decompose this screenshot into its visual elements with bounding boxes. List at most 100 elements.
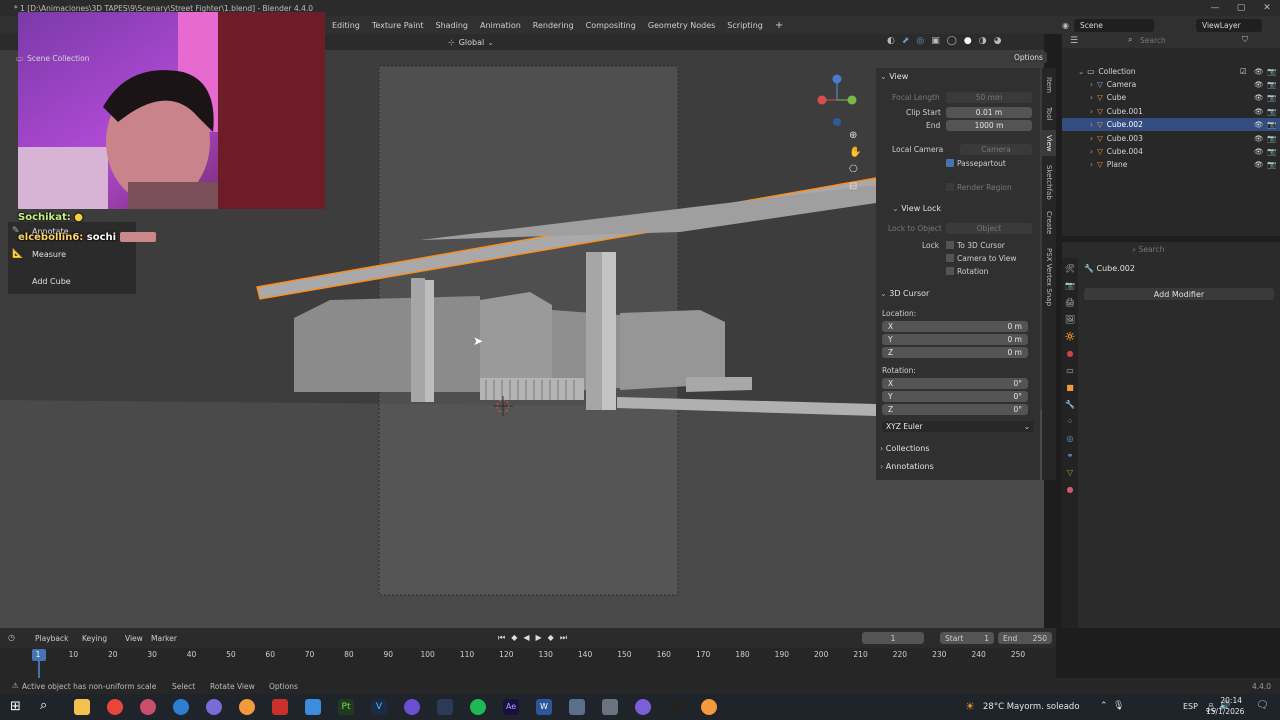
view-layer-field[interactable]: ViewLayer — [1196, 18, 1262, 32]
minimize-button[interactable]: — — [1202, 0, 1228, 16]
particles-tab-icon[interactable]: ⁘ — [1067, 417, 1074, 426]
outliner-scene-collection[interactable]: ▭ Scene Collection — [0, 52, 218, 65]
outliner-search-input[interactable]: Search — [1140, 36, 1166, 45]
file-explorer-icon[interactable] — [74, 699, 90, 715]
tab-create[interactable]: Create — [1042, 208, 1056, 238]
xray-icon[interactable]: ▣ — [931, 36, 940, 46]
keying-menu[interactable]: Keying — [82, 634, 107, 643]
tab-texture-paint[interactable]: Texture Paint — [366, 21, 430, 30]
lock-to-object-field[interactable]: Object — [946, 223, 1032, 234]
viewport-options-button[interactable]: Options — [1010, 52, 1047, 63]
measure-tool[interactable]: 📐 Measure — [12, 247, 66, 261]
collections-header[interactable]: › Collections — [880, 444, 930, 453]
microphone-icon[interactable]: 🎙 — [1113, 701, 1124, 711]
eye-icon[interactable]: 👁 — [1254, 107, 1264, 116]
visibility-icon[interactable]: ◐ — [887, 36, 895, 46]
view-menu[interactable]: View — [125, 634, 143, 643]
tab-shading[interactable]: Shading — [430, 21, 475, 30]
view-layer-tab-icon[interactable]: 🖼 — [1065, 315, 1075, 324]
close-button[interactable]: ✕ — [1254, 0, 1280, 16]
scene-field[interactable]: Scene — [1074, 18, 1154, 32]
discord-icon[interactable] — [635, 699, 651, 715]
eye-icon[interactable]: 👁 — [1254, 147, 1264, 156]
tab-tool[interactable]: Tool — [1042, 102, 1056, 126]
tab-scripting[interactable]: Scripting — [721, 21, 769, 30]
eye-icon[interactable]: 👁 — [1254, 134, 1264, 143]
passepartout-checkbox[interactable]: Passepartout — [946, 159, 1006, 168]
clip-start-field[interactable]: 0.01 m — [946, 107, 1032, 118]
object-tab-icon[interactable]: ■ — [1066, 383, 1074, 392]
add-modifier-button[interactable]: Add Modifier — [1084, 288, 1274, 300]
start-frame-field[interactable]: Start 1 — [940, 632, 994, 644]
wireframe-shading-icon[interactable]: ◯ — [947, 36, 957, 46]
current-frame-field[interactable]: 1 — [862, 632, 924, 644]
maximize-button[interactable]: ▢ — [1228, 0, 1254, 16]
jump-keyframe-forward-icon[interactable]: ◆ — [548, 633, 554, 643]
rotation-mode-dropdown[interactable]: XYZ Euler ⌄ — [882, 421, 1034, 432]
tab-compositing[interactable]: Compositing — [580, 21, 642, 30]
search-icon[interactable]: ⌕ — [40, 698, 47, 713]
after-effects-icon[interactable]: Ae — [503, 699, 519, 715]
to-3d-cursor-checkbox[interactable]: To 3D Cursor — [946, 241, 1005, 250]
spotify-icon[interactable] — [470, 699, 486, 715]
tab-psx-vertex-snap[interactable]: PSX Vertex Snap — [1042, 242, 1056, 312]
outliner-item-cube-002[interactable]: › ▽ Cube.002 👁 📷 — [1062, 118, 1280, 132]
output-tab-icon[interactable]: 🖨 — [1065, 298, 1075, 307]
eye-icon[interactable]: 👁 — [1254, 80, 1264, 89]
windows-start-icon[interactable]: ⊞ — [10, 699, 21, 714]
material-shading-icon[interactable]: ◑ — [979, 36, 987, 46]
world-tab-icon[interactable]: ● — [1067, 349, 1074, 358]
camera-icon[interactable]: 📷 — [1267, 120, 1276, 129]
rotation-lock-checkbox[interactable]: Rotation — [946, 267, 988, 276]
render-tab-icon[interactable]: 📷 — [1065, 281, 1075, 290]
app-icon[interactable] — [404, 699, 420, 715]
tab-rendering[interactable]: Rendering — [527, 21, 580, 30]
camera-icon[interactable]: 📷 — [1267, 80, 1276, 89]
collection-tab-icon[interactable]: ▭ — [1066, 366, 1074, 375]
outliner-item-cube[interactable]: › ▽ Cube 👁 📷 — [1062, 91, 1280, 104]
word-icon[interactable]: W — [536, 699, 552, 715]
eye-icon[interactable]: 👁 — [1254, 160, 1264, 169]
outliner-item-cube-004[interactable]: › ▽ Cube.004 👁 📷 — [1062, 145, 1280, 158]
add-workspace-button[interactable]: + — [769, 20, 789, 31]
weather-text[interactable]: 28°C Mayorm. soleado — [983, 702, 1080, 712]
jump-start-icon[interactable]: ⏮ — [498, 633, 505, 643]
3d-cursor-header[interactable]: ⌄ 3D Cursor — [880, 289, 929, 298]
outliner-item-cube-003[interactable]: › ▽ Cube.003 👁 📷 — [1062, 132, 1280, 145]
edge-icon[interactable] — [173, 699, 189, 715]
app-icon[interactable] — [206, 699, 222, 715]
tab-geometry-nodes[interactable]: Geometry Nodes — [642, 21, 721, 30]
rotation-z-field[interactable]: Z 0° — [882, 404, 1028, 415]
eye-icon[interactable]: 👁 — [1254, 93, 1264, 102]
tray-chevron-icon[interactable]: ⌃ — [1100, 701, 1108, 711]
photos-icon[interactable] — [305, 699, 321, 715]
zoom-icon[interactable]: ⊕ — [849, 130, 861, 141]
properties-search-input[interactable]: ⌕ Search — [1132, 245, 1252, 255]
tab-view[interactable]: View — [1042, 130, 1056, 156]
play-reverse-icon[interactable]: ◀ — [523, 633, 529, 643]
focal-length-field[interactable]: 50 mm — [946, 92, 1032, 103]
solid-shading-icon[interactable]: ● — [964, 36, 972, 46]
eye-icon[interactable]: 👁 — [1254, 67, 1264, 76]
camera-icon[interactable]: 📷 — [1267, 93, 1276, 102]
camera-icon[interactable]: 📷 — [1267, 134, 1276, 143]
view-panel-header[interactable]: ⌄ View — [880, 72, 908, 81]
calculator-icon[interactable] — [569, 699, 585, 715]
vscode-icon[interactable]: V — [371, 699, 387, 715]
material-tab-icon[interactable]: ● — [1067, 485, 1074, 494]
local-camera-field[interactable]: Camera — [960, 144, 1032, 155]
tab-editing[interactable]: Editing — [326, 21, 366, 30]
view-lock-header[interactable]: ⌄ View Lock — [892, 204, 941, 213]
render-region-checkbox[interactable]: Render Region — [946, 183, 1012, 192]
add-cube-tool[interactable]: Add Cube — [12, 274, 71, 288]
location-z-field[interactable]: Z0 m — [882, 347, 1028, 358]
rotation-x-field[interactable]: X 0° — [882, 378, 1028, 389]
chrome-icon[interactable] — [107, 699, 123, 715]
search-icon[interactable]: ⌕ — [1128, 35, 1132, 45]
jump-keyframe-back-icon[interactable]: ◆ — [511, 633, 517, 643]
recorder-icon[interactable] — [272, 699, 288, 715]
data-tab-icon[interactable]: ▽ — [1067, 468, 1073, 477]
rendered-shading-icon[interactable]: ◕ — [994, 36, 1002, 46]
jump-end-icon[interactable]: ⏭ — [560, 633, 567, 643]
app-icon[interactable] — [437, 699, 453, 715]
